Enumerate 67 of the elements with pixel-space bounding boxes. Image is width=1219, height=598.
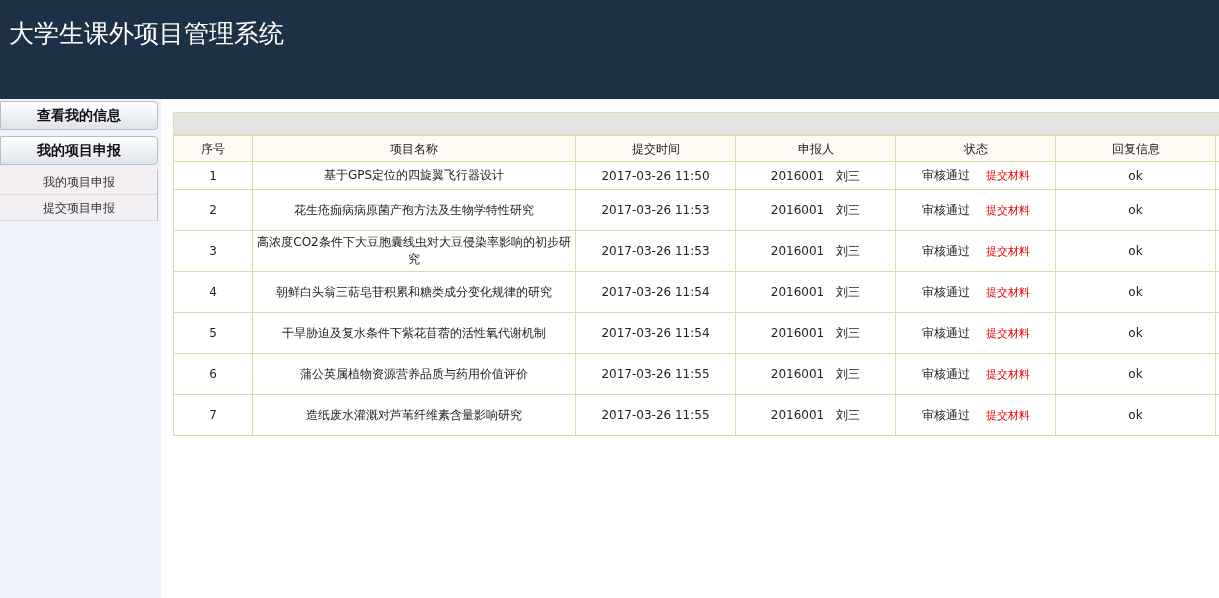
table-cell: ok [1055,230,1216,272]
table-cell: 6 [173,353,253,395]
table-cell: ok [1055,312,1216,354]
table-cell: 高浓度CO2条件下大豆胞囊线虫对大豆侵染率影响的初步研究 [252,230,576,272]
status-text: 审核通过 [921,366,970,381]
table-cell: 朝鲜白头翁三萜皂苷积累和糖类成分变化规律的研究 [252,271,576,313]
submit-materials-link[interactable]: 提交材料 [985,203,1030,217]
applicant-name: 刘三 [836,408,861,422]
submit-materials-link[interactable]: 提交材料 [985,285,1030,299]
table-cell: 造纸废水灌溉对芦苇纤维素含量影响研究 [252,394,576,436]
status-text: 审核通过 [921,168,970,183]
applicant-name: 刘三 [836,168,861,183]
table-cell: 2017-03-26 11:53 [575,230,736,272]
applicant-id: 2016001 [770,244,825,258]
submit-materials-link[interactable]: 提交材料 [985,244,1030,258]
table-cell: 2017-03-26 11:54 [575,271,736,313]
status-text: 审核通过 [921,325,970,340]
applicant-id: 2016001 [770,326,825,340]
applicant-id: 2016001 [770,203,825,217]
column-header: 回复信息 [1055,135,1216,162]
table-cell: 2017-03-26 11:53 [575,189,736,231]
status-text: 审核通过 [921,284,970,299]
status-text: 审核通过 [921,243,970,258]
submit-materials-link[interactable]: 提交材料 [985,408,1030,422]
applicant-name: 刘三 [836,203,861,217]
table-cell: 花生疮痂病病原菌产孢方法及生物学特性研究 [252,189,576,231]
sidebar-group-button[interactable]: 查看我的信息 [0,101,158,130]
table-cell: ok [1055,271,1216,313]
table-cell: 3 [173,230,253,272]
sidebar-link[interactable]: 提交项目申报 [0,195,157,221]
applicant-name: 刘三 [836,367,861,381]
applicant-id: 2016001 [770,408,825,422]
table-cell: 2017-03-26 11:50 [575,161,736,190]
submit-materials-link[interactable]: 提交材料 [985,367,1030,381]
table-cell: 2017-03-26 11:55 [575,353,736,395]
submit-materials-link[interactable]: 提交材料 [985,169,1030,183]
table-cell: 蒲公英属植物资源营养品质与药用价值评价 [252,353,576,395]
status-text: 审核通过 [921,202,970,217]
sidebar-group-button[interactable]: 我的项目申报 [0,136,158,165]
table-cell: 7 [173,394,253,436]
table-cell: 2017-03-26 11:55 [575,394,736,436]
table-cell: ok [1055,189,1216,231]
table-cell: 干旱胁迫及复水条件下紫花苜蓿的活性氧代谢机制 [252,312,576,354]
table-cell: 基于GPS定位的四旋翼飞行器设计 [252,161,576,190]
table-cell: 5 [173,312,253,354]
column-header: 状态 [895,135,1056,162]
table-cell: 1 [173,161,253,190]
sidebar-link[interactable]: 我的项目申报 [0,169,157,195]
status-text: 审核通过 [921,407,970,422]
applicant-name: 刘三 [836,326,861,340]
system-title: 大学生课外项目管理系统 [9,19,284,48]
column-header: 提交时间 [575,135,736,162]
table-cell: ok [1055,353,1216,395]
applicant-id: 2016001 [770,285,825,299]
table-cell: ok [1055,394,1216,436]
table-cell: 2017-03-26 11:54 [575,312,736,354]
applicant-name: 刘三 [836,244,861,258]
table-cell: ok [1055,161,1216,190]
column-header: 序号 [173,135,253,162]
column-header: 申报人 [735,135,896,162]
applicant-name: 刘三 [836,285,861,299]
table-cell: 4 [173,271,253,313]
applicant-id: 2016001 [770,168,825,183]
table-cell: 2 [173,189,253,231]
column-header: 项目名称 [252,135,576,162]
submit-materials-link[interactable]: 提交材料 [985,326,1030,340]
applicant-id: 2016001 [770,367,825,381]
